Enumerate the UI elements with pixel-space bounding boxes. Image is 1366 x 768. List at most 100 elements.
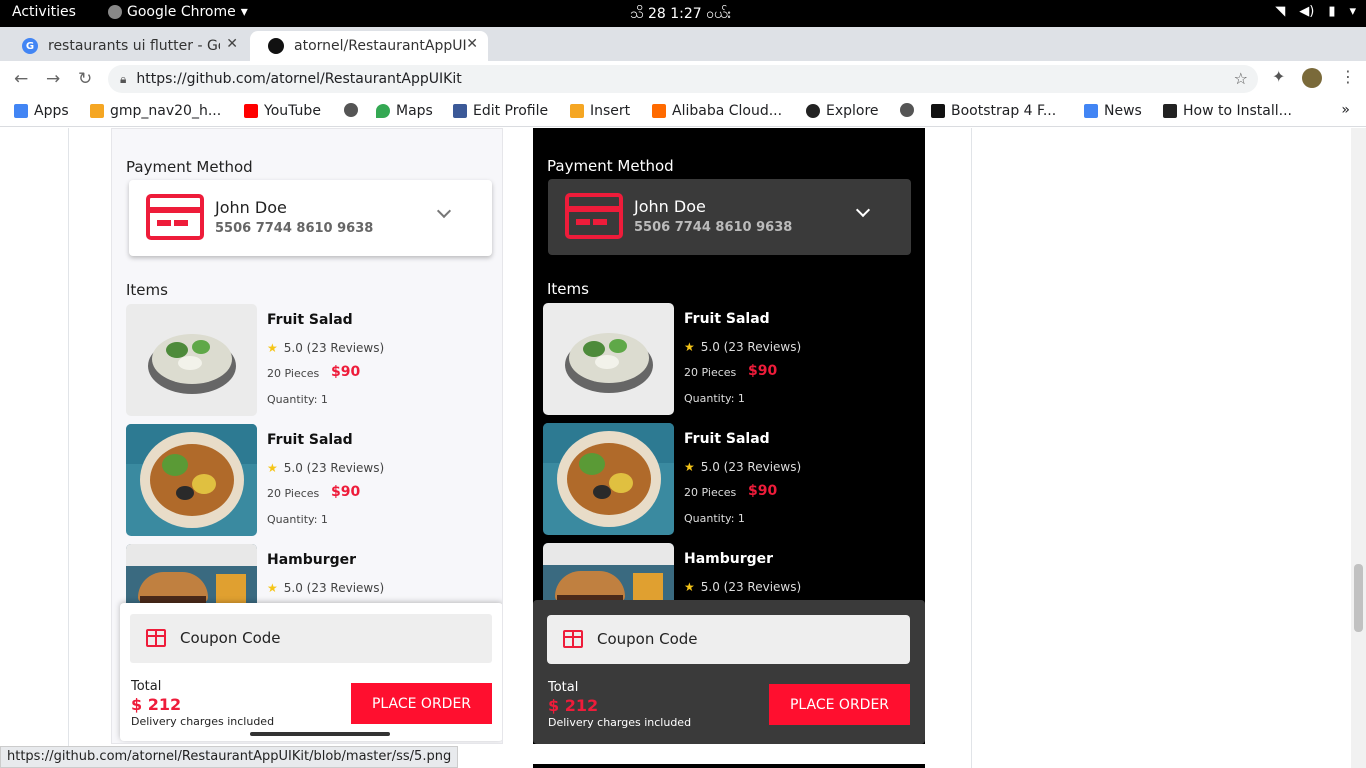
back-icon[interactable]: ← (14, 69, 28, 89)
food-image (126, 304, 257, 416)
rating-text: 5.0 (23 Reviews) (283, 341, 385, 355)
chevron-down-icon[interactable] (855, 202, 871, 218)
forward-icon[interactable]: → (46, 69, 60, 89)
star-icon: ★ (684, 580, 695, 594)
item-name: Fruit Salad (267, 432, 353, 448)
apps-grid-icon (14, 104, 28, 118)
delivery-note: Delivery charges included (131, 715, 275, 728)
card-number: 5506 7744 8610 9638 (634, 220, 793, 235)
item-rating: ★ 5.0 (23 Reviews) (267, 341, 384, 355)
reload-icon[interactable]: ↻ (78, 69, 92, 89)
lock-icon: 🔒︎ (120, 71, 127, 86)
list-item[interactable]: Fruit Salad ★ 5.0 (23 Reviews) 20 Pieces … (543, 303, 913, 415)
bookmark-gmp[interactable]: gmp_nav20_h... (90, 103, 221, 119)
item-rating: ★ 5.0 (23 Reviews) (684, 340, 801, 354)
item-pieces: 20 Pieces (684, 486, 737, 499)
tab-google-search[interactable]: G restaurants ui flutter - Go ✕ (4, 31, 248, 61)
flame-icon (90, 104, 104, 118)
coupon-code-field[interactable]: Coupon Code (547, 615, 910, 664)
system-top-bar: Activities Google Chrome ▾ သိ 28 1:27 ဝယ်… (0, 0, 1366, 27)
coupon-code-field[interactable]: Coupon Code (130, 614, 492, 663)
star-icon: ★ (267, 461, 278, 475)
more-bookmarks-icon[interactable]: » (1341, 102, 1350, 118)
tab-github[interactable]: atornel/RestaurantAppUI ✕ (250, 31, 488, 61)
star-icon: ★ (267, 341, 278, 355)
youtube-icon (244, 104, 258, 118)
payment-card-selector[interactable]: John Doe 5506 7744 8610 9638 (129, 180, 492, 256)
content-border-left (68, 128, 69, 768)
page-scrollbar[interactable] (1351, 128, 1366, 768)
bookmark-star-icon[interactable]: ☆ (1234, 69, 1248, 88)
place-order-button[interactable]: PLACE ORDER (769, 684, 910, 725)
app-name: Google Chrome (127, 4, 236, 20)
menu-icon[interactable]: ⋮ (1340, 67, 1356, 86)
volume-icon: ◀) (1299, 4, 1315, 19)
items-heading: Items (126, 281, 168, 299)
food-image (543, 303, 674, 415)
bookmark-insert[interactable]: Insert (570, 103, 630, 119)
rating-text: 5.0 (23 Reviews) (283, 581, 385, 595)
bookmark-bootstrap[interactable]: Bootstrap 4 F... (931, 103, 1056, 119)
item-price: $90 (331, 484, 361, 500)
coupon-label: Coupon Code (180, 629, 281, 647)
bookmarks-bar: Apps gmp_nav20_h... YouTube Maps Edit Pr… (0, 97, 1366, 127)
bookmark-how-to-install[interactable]: How to Install... (1163, 103, 1292, 119)
list-item[interactable]: Fruit Salad ★ 5.0 (23 Reviews) 20 Pieces … (126, 424, 496, 536)
payment-card-selector[interactable]: John Doe 5506 7744 8610 9638 (548, 179, 911, 255)
activities-button[interactable]: Activities (12, 4, 76, 20)
toolbar: ← → ↻ 🔒︎ https://github.com/atornel/Rest… (0, 61, 1366, 97)
payment-method-heading: Payment Method (547, 157, 674, 175)
item-price: $90 (748, 483, 778, 499)
system-tray[interactable]: ◥ ◀) ▮ ▾ (1275, 4, 1356, 19)
bookmark-maps[interactable]: Maps (376, 103, 433, 119)
list-item[interactable]: Fruit Salad ★ 5.0 (23 Reviews) 20 Pieces … (126, 304, 496, 416)
bookmark-explore[interactable]: Explore (806, 103, 879, 119)
extensions-icon[interactable]: ✦ (1272, 67, 1285, 86)
bookmark-label: YouTube (264, 103, 321, 119)
address-bar[interactable]: 🔒︎ https://github.com/atornel/Restaurant… (108, 65, 1258, 93)
close-icon[interactable]: ✕ (466, 36, 478, 52)
bookmark-alibaba[interactable]: Alibaba Cloud... (652, 103, 782, 119)
bookmark-label: Apps (34, 103, 69, 119)
item-pieces: 20 Pieces (684, 366, 737, 379)
gift-icon (563, 630, 583, 648)
google-icon: G (22, 38, 38, 54)
bookmark-edit-profile[interactable]: Edit Profile (453, 103, 548, 119)
bookmark-label: How to Install... (1183, 103, 1292, 119)
bookmark-youtube[interactable]: YouTube (244, 103, 321, 119)
app-menu[interactable]: Google Chrome ▾ (108, 4, 248, 20)
bookmark-news[interactable]: News (1084, 103, 1142, 119)
star-icon: ★ (684, 340, 695, 354)
close-icon[interactable]: ✕ (226, 36, 238, 52)
food-image (126, 424, 257, 536)
place-order-button[interactable]: PLACE ORDER (351, 683, 492, 724)
card-number: 5506 7744 8610 9638 (215, 221, 374, 236)
bookmark-label: Explore (826, 103, 879, 119)
item-name: Hamburger (267, 552, 357, 568)
star-icon: ★ (267, 581, 278, 595)
tab-title: restaurants ui flutter - Go (48, 38, 220, 54)
clock[interactable]: သိ 28 1:27 ဝယ်း (630, 4, 731, 25)
link-status-bubble: https://github.com/atornel/RestaurantApp… (0, 746, 459, 768)
bookmark-apps[interactable]: Apps (14, 103, 69, 119)
item-quantity: Quantity: 1 (267, 393, 328, 406)
scrollbar-thumb[interactable] (1354, 564, 1363, 632)
url-text: https://github.com/atornel/RestaurantApp… (136, 71, 462, 87)
list-item[interactable]: Fruit Salad ★ 5.0 (23 Reviews) 20 Pieces … (543, 423, 913, 535)
credit-card-icon (565, 193, 623, 239)
hexagon-icon (1163, 104, 1177, 118)
chevron-down-icon: ▾ (1349, 4, 1356, 19)
tab-title: atornel/RestaurantAppUI (294, 38, 466, 54)
avatar[interactable] (1302, 68, 1322, 88)
food-image (543, 423, 674, 535)
horizontal-scrollbar[interactable] (250, 732, 390, 736)
bookmark-label: gmp_nav20_h... (110, 103, 222, 119)
medium-icon (931, 104, 945, 118)
total-value: $ 212 (548, 696, 599, 715)
next-screenshot-edge (533, 764, 925, 768)
bookmark-globe-2[interactable] (900, 103, 914, 117)
globe-icon (344, 103, 358, 117)
chevron-down-icon[interactable] (436, 203, 452, 219)
bookmark-label: Edit Profile (473, 103, 549, 119)
bookmark-globe[interactable] (344, 103, 358, 117)
